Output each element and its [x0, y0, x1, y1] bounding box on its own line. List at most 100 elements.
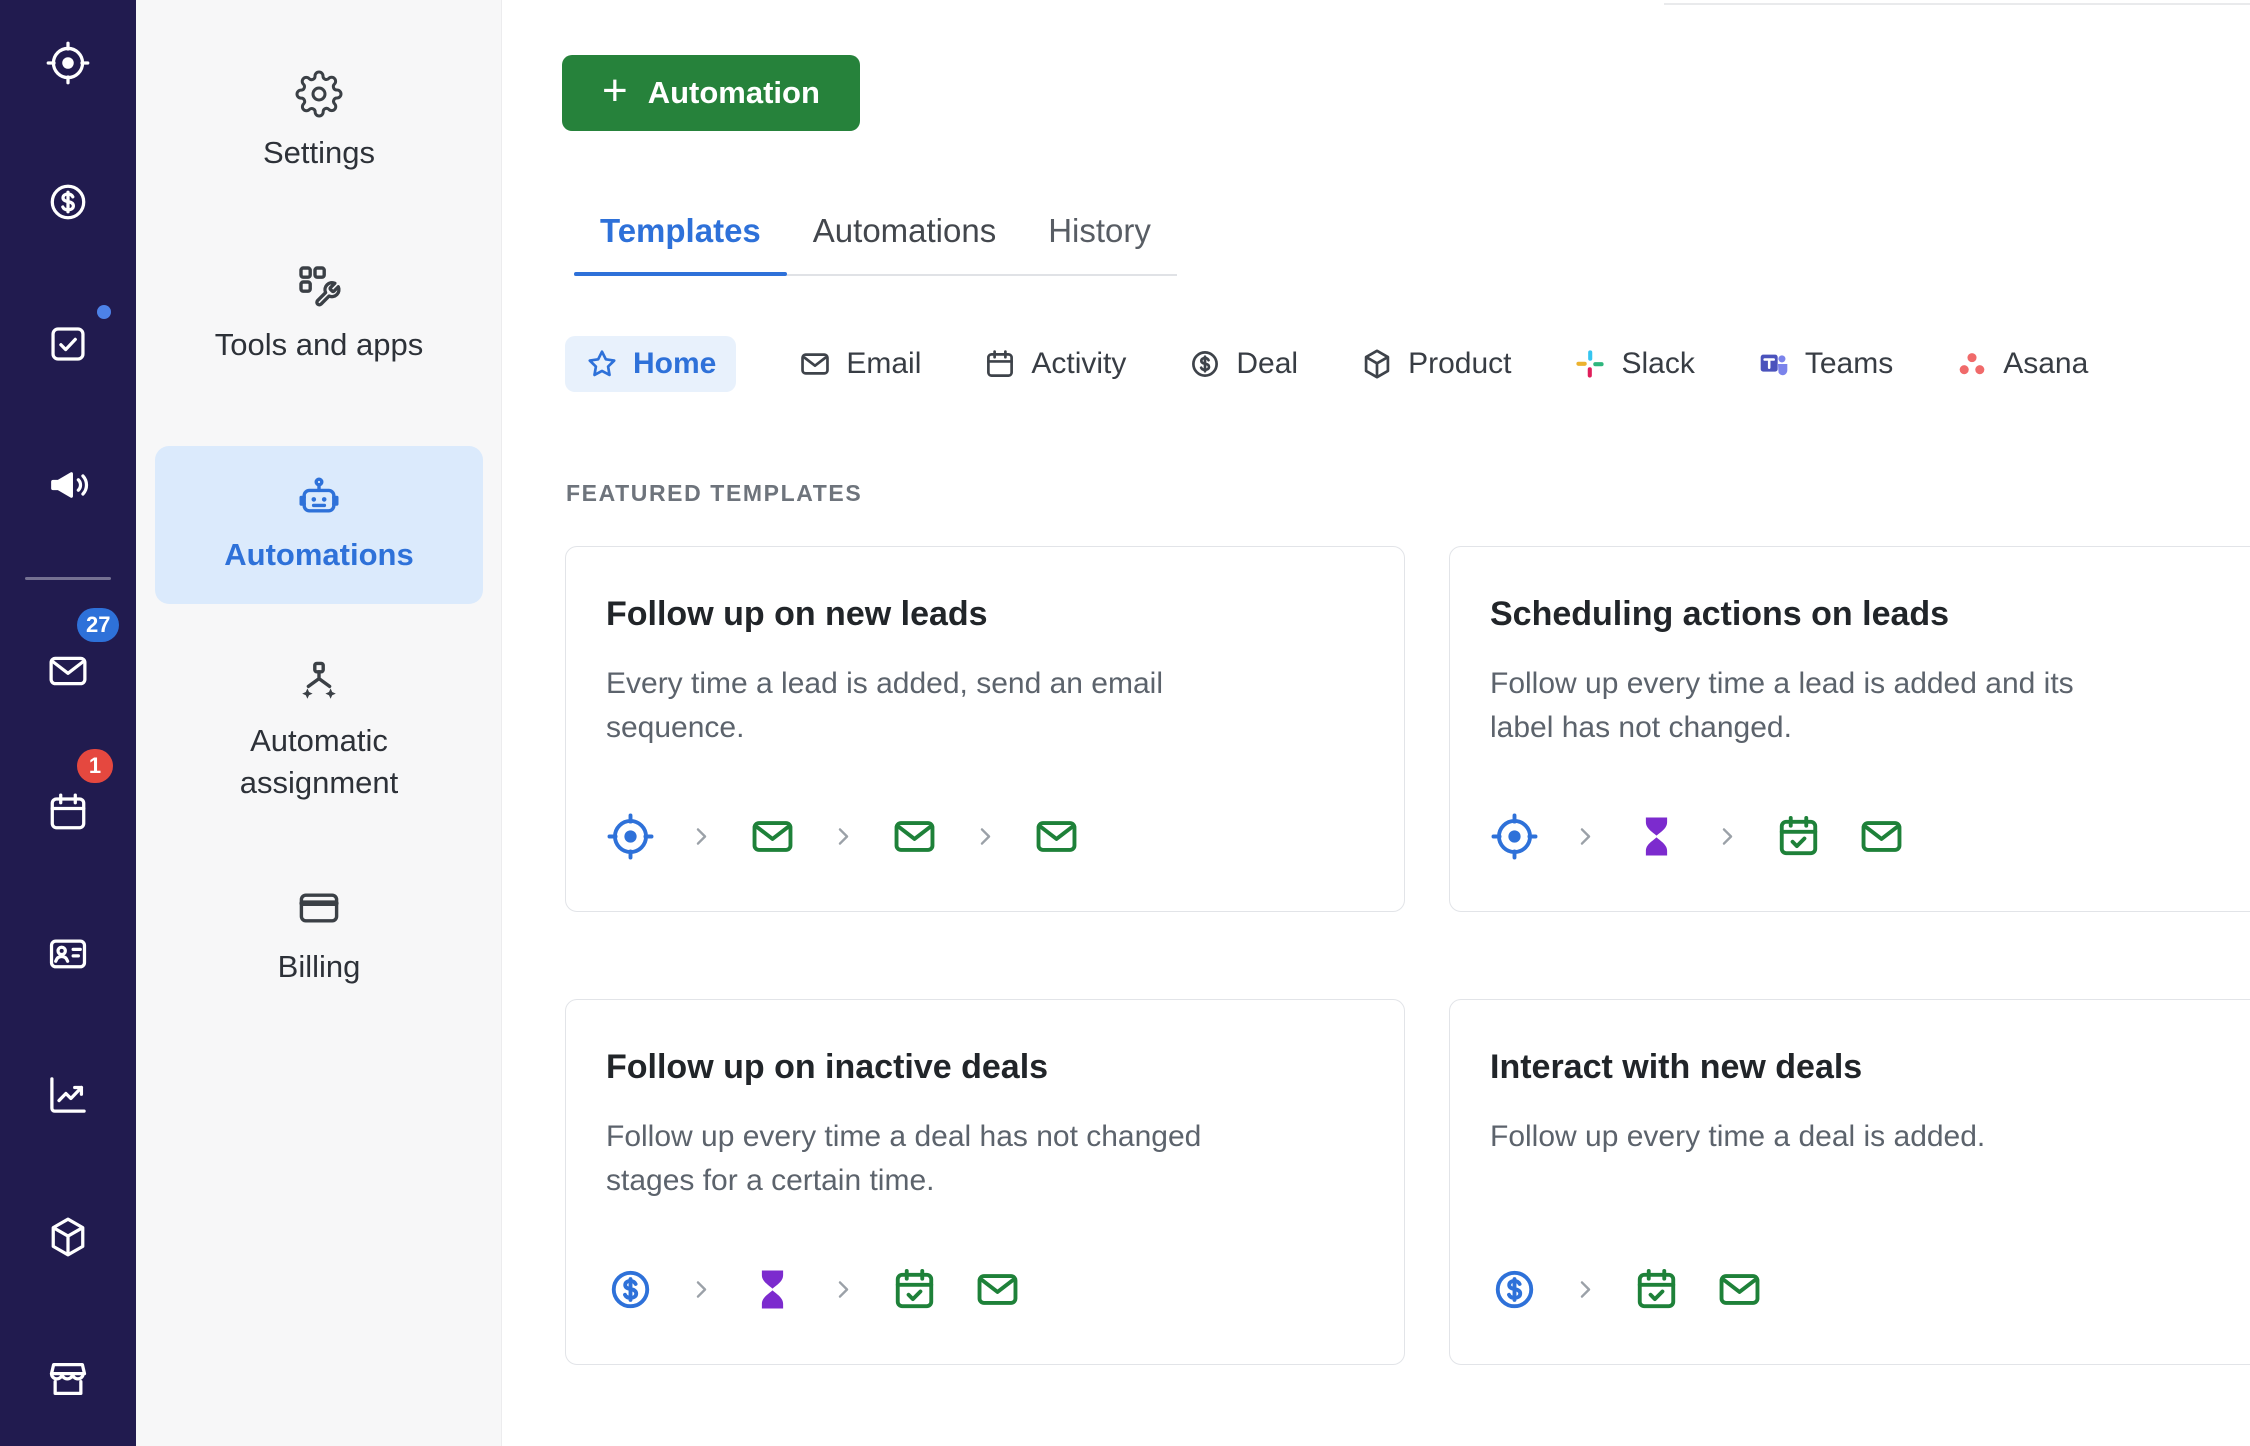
- tab-label: History: [1048, 212, 1151, 249]
- email-step-icon: [973, 1265, 1022, 1314]
- filter-product[interactable]: Product: [1360, 347, 1511, 381]
- marketplace-icon: [45, 1356, 91, 1402]
- sidebar-item-campaigns[interactable]: [45, 462, 91, 508]
- settings-item-label: Automations: [224, 537, 414, 573]
- settings-item-label: Billing: [277, 949, 361, 984]
- email-step-icon: [1857, 812, 1906, 861]
- sidebar-item-leads[interactable]: [45, 40, 91, 86]
- settings-item-billing[interactable]: Billing: [155, 884, 483, 988]
- filter-label: Slack: [1621, 347, 1695, 380]
- sidebar-item-marketplace[interactable]: [45, 1356, 91, 1402]
- deal-trigger-icon: [1490, 1265, 1539, 1314]
- tab-templates[interactable]: Templates: [574, 212, 787, 276]
- plus-icon: +: [602, 65, 628, 115]
- template-flow: [1490, 1265, 2248, 1314]
- sidebar-divider: [25, 577, 111, 580]
- contacts-icon: [45, 930, 91, 976]
- sidebar-item-calendar[interactable]: 1: [45, 749, 113, 835]
- tab-automations[interactable]: Automations: [787, 212, 1022, 274]
- activity-step-icon: [1774, 812, 1823, 861]
- slack-icon: [1573, 347, 1607, 381]
- gear-icon: [295, 70, 343, 118]
- sidebar-item-insights[interactable]: [45, 1072, 91, 1118]
- chevron-right-icon: [973, 824, 998, 849]
- settings-item-label: Automatic assignment: [239, 723, 399, 800]
- template-description: Follow up every time a deal has not chan…: [606, 1120, 1202, 1197]
- settings-item-automations[interactable]: Automations: [155, 446, 483, 604]
- filter-home[interactable]: Home: [565, 336, 737, 392]
- filter-label: Asana: [2003, 347, 2089, 380]
- filter-label: Home: [633, 347, 717, 380]
- lead-trigger-icon: [606, 812, 655, 861]
- template-flow: [1490, 812, 2248, 861]
- campaigns-icon: [45, 462, 91, 508]
- deals-icon: [45, 179, 91, 225]
- chevron-right-icon: [689, 824, 714, 849]
- tab-bar: Templates Automations History: [574, 212, 1177, 276]
- sidebar-item-products[interactable]: [45, 1214, 91, 1260]
- template-card-follow-up-on-inactive-deals[interactable]: Follow up on inactive deals Follow up eve…: [565, 999, 1405, 1365]
- star-icon: [585, 347, 619, 381]
- chevron-right-icon: [1715, 824, 1740, 849]
- filter-email[interactable]: Email: [798, 347, 921, 381]
- sidebar-item-activities[interactable]: [45, 305, 111, 367]
- template-card-grid: Follow up on new leads Every time a lead …: [565, 546, 2250, 1365]
- deal-trigger-icon: [606, 1265, 655, 1314]
- email-step-icon: [1032, 812, 1081, 861]
- assignment-icon: [295, 658, 343, 706]
- settings-item-settings[interactable]: Settings: [155, 70, 483, 174]
- filter-teams[interactable]: Teams: [1757, 347, 1893, 381]
- tools-icon: [295, 262, 343, 310]
- notification-badge: 1: [77, 749, 113, 783]
- template-description: Follow up every time a deal is added.: [1490, 1120, 1986, 1153]
- template-flow: [606, 812, 1364, 861]
- settings-item-tools-and-apps[interactable]: Tools and apps: [155, 262, 483, 366]
- mail-icon: [45, 648, 91, 694]
- main-content: + Automation Templates Automations History…: [502, 0, 2250, 1446]
- email-step-icon: [1715, 1265, 1764, 1314]
- template-card-interact-with-new-deals[interactable]: Interact with new deals Follow up every t…: [1449, 999, 2250, 1365]
- filter-activity[interactable]: Activity: [983, 347, 1126, 381]
- template-flow: [606, 1265, 1364, 1314]
- template-title: Interact with new deals: [1490, 1048, 1863, 1086]
- template-card-scheduling-actions-on-leads[interactable]: Scheduling actions on leads Follow up eve…: [1449, 546, 2250, 912]
- wait-step-icon: [1632, 812, 1681, 861]
- products-icon: [45, 1214, 91, 1260]
- template-title: Scheduling actions on leads: [1490, 595, 1950, 633]
- template-title: Follow up on new leads: [606, 595, 988, 633]
- notification-badge: 27: [77, 608, 120, 642]
- template-card-follow-up-on-new-leads[interactable]: Follow up on new leads Every time a lead …: [565, 546, 1405, 912]
- robot-icon: [295, 474, 343, 522]
- sidebar-item-deals[interactable]: [45, 179, 91, 225]
- calendar-icon: [45, 789, 91, 835]
- chevron-right-icon: [1573, 824, 1598, 849]
- filter-label: Deal: [1236, 347, 1299, 380]
- email-step-icon: [748, 812, 797, 861]
- activities-icon: [45, 321, 91, 367]
- filter-deal[interactable]: Deal: [1188, 347, 1298, 381]
- filter-label: Email: [846, 347, 922, 380]
- sidebar-item-contacts[interactable]: [45, 930, 91, 976]
- add-automation-label: Automation: [647, 75, 820, 110]
- template-title: Follow up on inactive deals: [606, 1048, 1049, 1086]
- tab-history[interactable]: History: [1022, 212, 1177, 274]
- notification-dot: [97, 305, 111, 319]
- template-description: Follow up every time a lead is added and…: [1490, 667, 2074, 744]
- chevron-right-icon: [831, 1277, 856, 1302]
- teams-icon: [1757, 347, 1791, 381]
- product-icon: [1360, 347, 1394, 381]
- billing-icon: [295, 884, 343, 932]
- app-sidebar: 27 1: [0, 0, 136, 1446]
- template-filter-bar: Home Email Activity Deal Product Slack Teams As…: [565, 336, 2088, 392]
- tab-label: Templates: [600, 212, 761, 249]
- filter-asana[interactable]: Asana: [1955, 347, 2088, 381]
- sidebar-item-mail[interactable]: 27: [45, 608, 120, 694]
- chevron-right-icon: [831, 824, 856, 849]
- add-automation-button[interactable]: + Automation: [562, 55, 860, 131]
- template-description: Every time a lead is added, send an emai…: [606, 667, 1163, 744]
- settings-sidebar: Settings Tools and apps Automations Automat…: [136, 0, 502, 1446]
- filter-label: Product: [1408, 347, 1512, 380]
- settings-item-automatic-assignment[interactable]: Automatic assignment: [155, 658, 483, 804]
- settings-item-label: Settings: [262, 135, 375, 170]
- filter-slack[interactable]: Slack: [1573, 347, 1695, 381]
